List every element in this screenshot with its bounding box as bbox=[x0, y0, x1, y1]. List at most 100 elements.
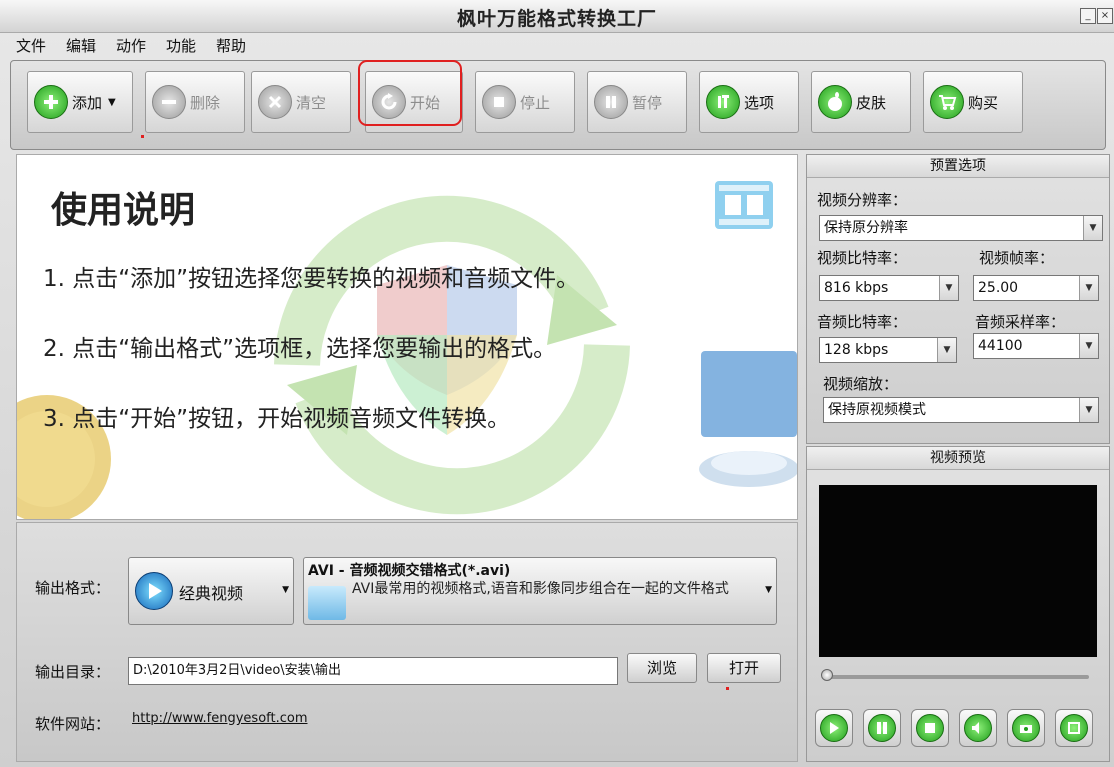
resolution-value: 保持原分辨率 bbox=[824, 220, 908, 236]
stop-icon bbox=[916, 714, 944, 742]
apple-icon bbox=[818, 85, 852, 119]
cart-icon bbox=[930, 85, 964, 119]
volume-button[interactable] bbox=[959, 709, 997, 747]
menu-file[interactable]: 文件 bbox=[16, 35, 46, 56]
plus-icon bbox=[34, 85, 68, 119]
chevron-down-icon: ▼ bbox=[1079, 276, 1098, 300]
instruction-step-1: 1. 点击“添加”按钮选择您要转换的视频和音频文件。 bbox=[43, 266, 580, 292]
output-dir-input[interactable]: D:\2010年3月2日\video\安装\输出 bbox=[128, 657, 618, 685]
samplerate-select[interactable]: 44100 ▼ bbox=[973, 333, 1099, 359]
folder-icon bbox=[308, 586, 346, 620]
buy-label: 购买 bbox=[968, 93, 999, 112]
stop-icon bbox=[482, 85, 516, 119]
instruction-step-2: 2. 点击“输出格式”选项框，选择您要输出的格式。 bbox=[43, 336, 557, 362]
app-window: 枫叶万能格式转换工厂 _ × 文件 编辑 动作 功能 帮助 添加 ▼ 删除 清空 bbox=[0, 0, 1114, 767]
window-title: 枫叶万能格式转换工厂 bbox=[456, 8, 657, 30]
video-bitrate-select[interactable]: 816 kbps ▼ bbox=[819, 275, 959, 301]
framerate-select[interactable]: 25.00 ▼ bbox=[973, 275, 1099, 301]
stop-label: 停止 bbox=[520, 93, 551, 112]
seek-slider-thumb[interactable] bbox=[821, 669, 833, 681]
chevron-down-icon: ▼ bbox=[937, 338, 956, 362]
instruction-step-3: 3. 点击“开始”按钮，开始视频音频文件转换。 bbox=[43, 406, 511, 432]
preset-options-panel: 预置选项 视频分辨率： 保持原分辨率 ▼ 视频比特率： 视频帧率： 816 kb… bbox=[806, 154, 1110, 444]
chevron-down-icon: ▼ bbox=[1079, 334, 1098, 358]
toolbar: 添加 ▼ 删除 清空 开始 停止 暂停 选项 皮肤 购买 bbox=[10, 60, 1106, 150]
pause-icon bbox=[868, 714, 896, 742]
format-category-label: 经典视频 bbox=[179, 584, 244, 603]
output-format-select[interactable]: AVI - 音频视频交错格式(*.avi) AVI最常用的视频格式,语音和影像同… bbox=[303, 557, 777, 625]
chevron-down-icon: ▼ bbox=[1079, 398, 1098, 422]
delete-button[interactable]: 删除 bbox=[145, 71, 245, 133]
open-button[interactable]: 打开 bbox=[707, 653, 781, 683]
skin-label: 皮肤 bbox=[856, 93, 887, 112]
speaker-icon bbox=[964, 714, 992, 742]
options-label: 选项 bbox=[744, 93, 775, 112]
resolution-select[interactable]: 保持原分辨率 ▼ bbox=[819, 215, 1103, 241]
preview-header: 视频预览 bbox=[807, 447, 1109, 470]
fullscreen-icon bbox=[1060, 714, 1088, 742]
close-button[interactable]: × bbox=[1097, 8, 1113, 24]
title-bar: 枫叶万能格式转换工厂 _ × bbox=[0, 0, 1114, 33]
chevron-down-icon: ▼ bbox=[108, 96, 116, 108]
video-bitrate-value: 816 kbps bbox=[824, 280, 889, 296]
chevron-down-icon: ▼ bbox=[939, 276, 958, 300]
add-label: 添加 bbox=[72, 93, 103, 112]
framerate-value: 25.00 bbox=[978, 280, 1019, 296]
format-category-select[interactable]: 经典视频 ▼ bbox=[128, 557, 294, 625]
format-title: AVI - 音频视频交错格式(*.avi) bbox=[308, 563, 511, 579]
preview-pause-button[interactable] bbox=[863, 709, 901, 747]
stop-button[interactable]: 停止 bbox=[475, 71, 575, 133]
menu-edit[interactable]: 编辑 bbox=[66, 35, 96, 56]
website-link[interactable]: http://www.fengyesoft.com bbox=[132, 711, 308, 726]
fullscreen-button[interactable] bbox=[1055, 709, 1093, 747]
browse-button[interactable]: 浏览 bbox=[627, 653, 697, 683]
monitor-icon bbox=[699, 351, 797, 487]
delete-label: 删除 bbox=[190, 93, 221, 112]
output-panel: 输出格式： 经典视频 ▼ AVI - 音频视频交错格式(*.avi) AVI最常… bbox=[16, 522, 798, 762]
preview-stop-button[interactable] bbox=[911, 709, 949, 747]
pause-label: 暂停 bbox=[632, 93, 663, 112]
format-description: AVI最常用的视频格式,语音和影像同步组合在一起的文件格式 bbox=[352, 581, 729, 597]
output-dir-label: 输出目录： bbox=[35, 663, 111, 681]
video-preview-panel: 视频预览 bbox=[806, 446, 1110, 762]
play-icon bbox=[820, 714, 848, 742]
menu-help[interactable]: 帮助 bbox=[216, 35, 246, 56]
minus-icon bbox=[152, 85, 186, 119]
resolution-label: 视频分辨率： bbox=[817, 191, 908, 209]
skin-button[interactable]: 皮肤 bbox=[811, 71, 911, 133]
minimize-button[interactable]: _ bbox=[1080, 8, 1096, 24]
menu-action[interactable]: 动作 bbox=[116, 35, 146, 56]
seek-slider[interactable] bbox=[827, 675, 1089, 679]
clear-button[interactable]: 清空 bbox=[251, 71, 351, 133]
website-label: 软件网站： bbox=[35, 715, 111, 733]
buy-button[interactable]: 购买 bbox=[923, 71, 1023, 133]
samplerate-label: 音频采样率： bbox=[975, 313, 1066, 331]
film-icon bbox=[715, 181, 773, 229]
video-scale-value: 保持原视频模式 bbox=[828, 402, 926, 418]
menu-bar: 文件 编辑 动作 功能 帮助 bbox=[0, 32, 1114, 56]
red-marker bbox=[726, 687, 729, 690]
options-button[interactable]: 选项 bbox=[699, 71, 799, 133]
clear-x-icon bbox=[258, 85, 292, 119]
preset-header: 预置选项 bbox=[807, 155, 1109, 178]
video-preview-screen bbox=[819, 485, 1097, 657]
add-button[interactable]: 添加 ▼ bbox=[27, 71, 133, 133]
audio-bitrate-select[interactable]: 128 kbps ▼ bbox=[819, 337, 957, 363]
menu-function[interactable]: 功能 bbox=[166, 35, 196, 56]
output-format-label: 输出格式： bbox=[35, 579, 111, 597]
pause-icon bbox=[594, 85, 628, 119]
clear-label: 清空 bbox=[296, 93, 327, 112]
pause-button[interactable]: 暂停 bbox=[587, 71, 687, 133]
instructions-title: 使用说明 bbox=[51, 190, 196, 231]
play-icon bbox=[135, 572, 173, 610]
tools-icon bbox=[706, 85, 740, 119]
snapshot-button[interactable] bbox=[1007, 709, 1045, 747]
audio-bitrate-value: 128 kbps bbox=[824, 342, 889, 358]
samplerate-value: 44100 bbox=[978, 338, 1023, 354]
play-button[interactable] bbox=[815, 709, 853, 747]
video-scale-select[interactable]: 保持原视频模式 ▼ bbox=[823, 397, 1099, 423]
red-marker bbox=[141, 135, 144, 138]
framerate-label: 视频帧率： bbox=[979, 249, 1055, 267]
camera-icon bbox=[1012, 714, 1040, 742]
instructions-panel: 使用说明 1. 点击“添加”按钮选择您要转换的视频和音频文件。 2. 点击“输出… bbox=[16, 154, 798, 520]
